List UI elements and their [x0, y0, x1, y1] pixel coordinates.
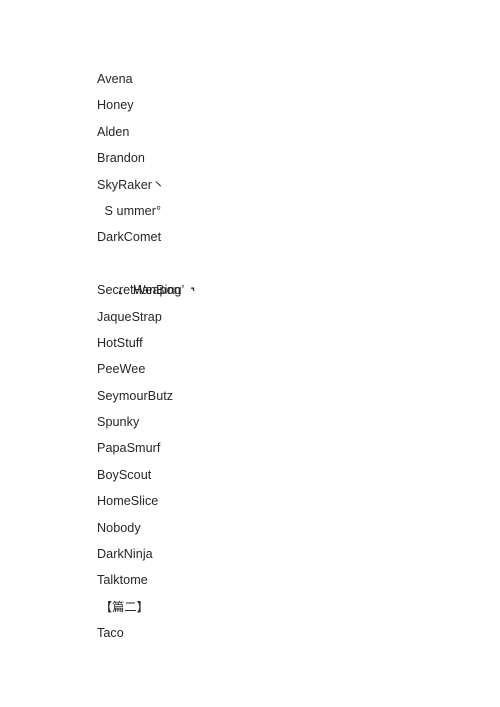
text-line: PeeWee [97, 362, 146, 377]
text-line: Honey [97, 98, 134, 113]
section-heading: 【篇二】 [100, 599, 149, 614]
document-text-body: Avena Honey Alden Brandon SkyRaker丶 S um… [97, 66, 427, 647]
text-line: Talktome [97, 573, 148, 588]
text-line: Avena [97, 72, 133, 86]
corner-bracket-close-icon: ⌝ [190, 287, 196, 299]
text-line: SecretWeapon [97, 283, 181, 298]
text-line: S ummer° [101, 203, 162, 218]
document-page: Avena Honey Alden Brandon SkyRaker丶 S um… [0, 0, 500, 707]
text-line: Alden [97, 124, 130, 139]
text-line: Spunky [97, 415, 140, 430]
text-line: HomeSlice [97, 494, 159, 509]
text-line: PapaSmurf [97, 441, 161, 456]
text-line: DarkComet [97, 230, 162, 245]
text-line: JaqueStrap [97, 309, 162, 324]
text-line: SeymourButz [97, 388, 174, 403]
text-line: BoyScout [97, 467, 152, 482]
text-line: DarkNinja [97, 547, 153, 562]
text-line: HotStuff [97, 335, 143, 350]
text-line: Taco [97, 626, 124, 641]
text-line: Nobody [97, 520, 141, 535]
text-line: SkyRaker丶 [97, 177, 165, 192]
text-line-bracketed: ⌞ ‘HanBing’ ⌝ [97, 251, 427, 298]
text-line: Brandon [97, 151, 145, 166]
